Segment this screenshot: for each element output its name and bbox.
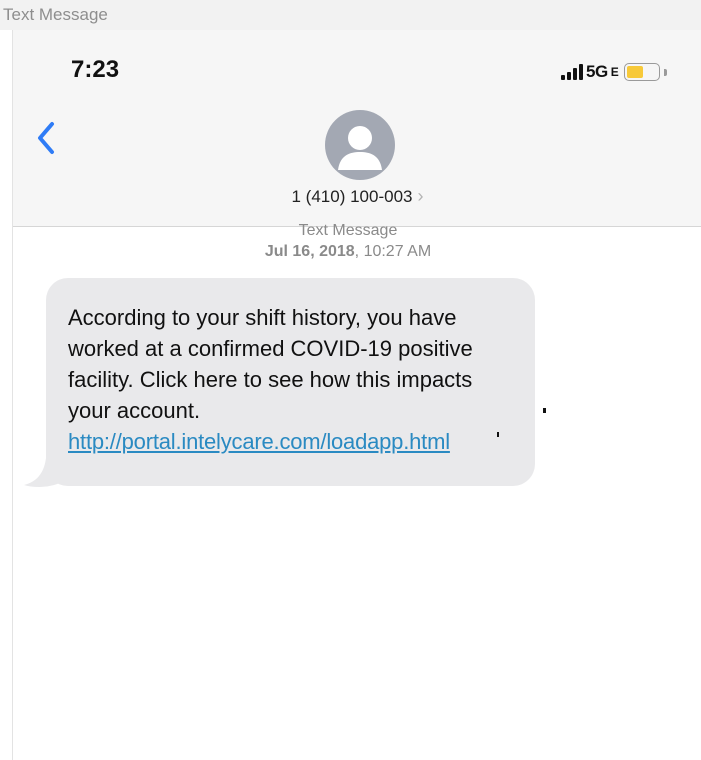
message-bubble[interactable]: According to your shift history, you hav… [46,278,535,486]
stray-mark [543,408,546,413]
status-indicators: 5G E [561,60,667,84]
message-line: facility. Click here to see how this imp… [68,367,473,392]
message-link[interactable]: http://portal.intelycare.com/loadapp.htm… [68,426,450,457]
contact-number: 1 (410) 100-003 [291,187,413,206]
window-title: Text Message [0,0,701,30]
signal-bars-icon [561,64,583,80]
conversation-header: 7:23 5G E 1 (410) 100-003 › [13,30,701,227]
thread-date: Jul 16, 2018 [264,243,355,260]
back-chevron-icon [38,122,54,154]
battery-icon [623,63,660,81]
message-line: worked at a confirmed COVID-19 positive [68,336,473,361]
message-line: your account. [68,398,201,423]
contact-details-button[interactable]: 1 (410) 100-003 › [13,186,701,207]
contact-avatar-icon[interactable] [325,110,395,180]
chevron-right-icon: › [417,186,424,206]
thread-service-label: Text Message [298,222,398,239]
back-button[interactable] [33,118,63,158]
stray-mark [497,432,499,437]
network-suffix: E [610,65,619,79]
network-type: 5G [586,62,608,81]
thread-time: 10:27 AM [363,243,432,260]
status-time: 7:23 [71,56,120,83]
thread-timestamp: Text Message Jul 16, 2018, 10:27 AM [0,220,696,262]
message-line: According to your shift history, you hav… [68,305,457,330]
battery-tip [663,68,667,76]
